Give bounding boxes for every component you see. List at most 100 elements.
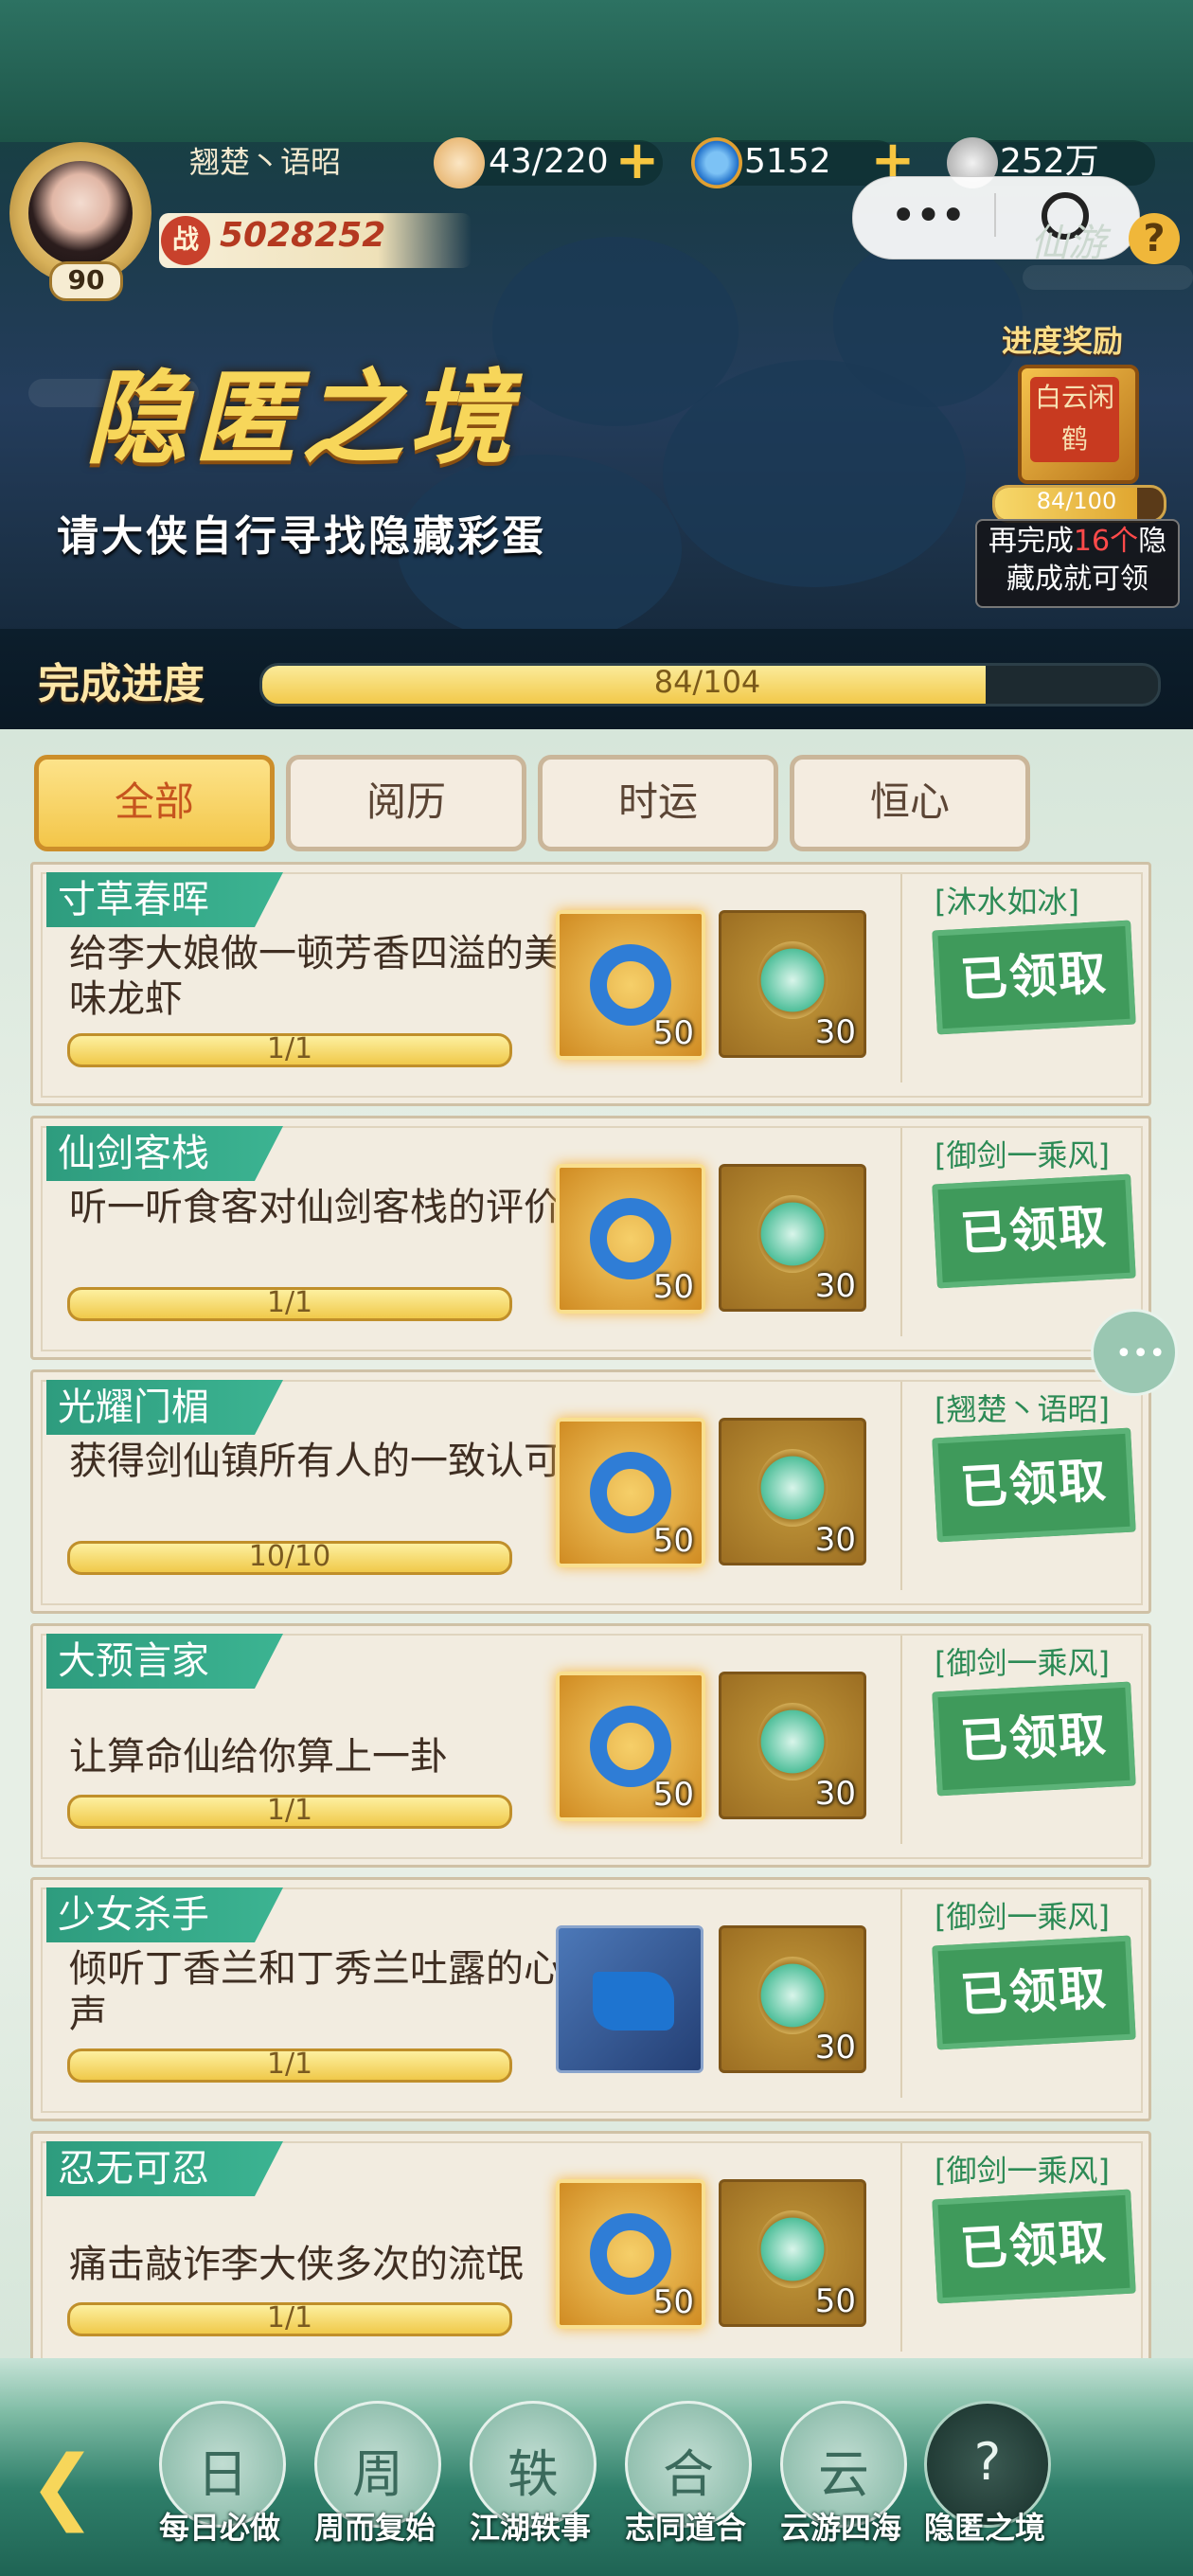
card-divider (900, 2143, 902, 2352)
reward-quantity: 50 (652, 1522, 694, 1560)
task-title: 忍无可忍 (58, 2147, 209, 2191)
reward-quantity: 50 (652, 2283, 694, 2321)
reward-item-jade[interactable]: 50 (556, 1164, 705, 1314)
jade-value: 5152 (744, 142, 831, 181)
task-description: 痛击敲诈李大侠多次的流氓 (69, 2243, 524, 2286)
task-title: 仙剑客栈 (58, 1132, 209, 1175)
reward-item-jade[interactable]: 50 (556, 1418, 705, 1567)
leaf-medal-icon (757, 2210, 828, 2288)
stamina-value: 43/220 (489, 142, 609, 181)
nav-label: 隐匿之境 (923, 2510, 1045, 2546)
combat-power-value: 5028252 (220, 216, 386, 255)
claimed-stamp: 已领取 (932, 2189, 1136, 2304)
task-completer-name: [御剑一乘风] (935, 1645, 1110, 1681)
reward-quantity: 50 (652, 1014, 694, 1052)
task-card: 寸草春晖 给李大娘做一顿芳香四溢的美味龙虾 1/1 50 30 [沐水如冰] 已… (30, 862, 1151, 1106)
claimed-stamp: 已领取 (932, 1427, 1136, 1543)
more-menu-button[interactable]: ••• (890, 189, 967, 242)
reward-item-medal[interactable]: 30 (719, 910, 866, 1058)
progress-reward-label: 进度奖励 (1002, 323, 1124, 359)
combat-power-icon: 战 (161, 216, 210, 265)
event-title: 隐匿之境 (85, 359, 518, 478)
task-progress-text: 1/1 (266, 2301, 313, 2334)
task-card: 大预言家 让算命仙给你算上一卦 1/1 50 30 [御剑一乘风] 已领取 (30, 1623, 1151, 1868)
task-description: 倾听丁香兰和丁秀兰吐露的心声 (69, 1947, 561, 2036)
card-divider (900, 1636, 902, 1844)
capsule-divider (994, 193, 996, 237)
reward-quantity: 30 (814, 1521, 856, 1559)
leaf-medal-icon (757, 1449, 828, 1527)
card-divider (900, 874, 902, 1082)
completion-label: 完成进度 (38, 660, 205, 708)
task-card: 少女杀手 倾听丁香兰和丁秀兰吐露的心声 1/1 30 [御剑一乘风] 已领取 (30, 1877, 1151, 2121)
leaf-medal-icon (757, 1195, 828, 1273)
remaining-count: 16个 (1073, 525, 1139, 558)
task-description: 让算命仙给你算上一卦 (69, 1735, 448, 1779)
steamed-bun-icon (434, 137, 485, 188)
task-card: 仙剑客栈 听一听食客对仙剑客栈的评价 1/1 50 30 [御剑一乘风] 已领取 (30, 1116, 1151, 1360)
avatar-portrait (28, 161, 133, 265)
tab-all[interactable]: 全部 (34, 755, 275, 851)
reward-progress-count: 84/100 (1036, 488, 1117, 514)
task-completer-name: [沐水如冰] (935, 884, 1079, 920)
reward-item-medal[interactable]: 30 (719, 1672, 866, 1819)
card-divider (900, 1128, 902, 1336)
leaf-medal-icon (757, 1957, 828, 2034)
nav-label: 周而复始 (313, 2510, 436, 2546)
nav-scroll-icon: 合 (663, 2444, 714, 2504)
blue-boots-icon (593, 1972, 674, 2030)
reward-quantity: 30 (814, 2029, 856, 2066)
player-level-badge: 90 (49, 261, 123, 301)
task-completer-name: [御剑一乘风] (935, 1137, 1110, 1173)
task-title: 光耀门楣 (58, 1386, 209, 1429)
reward-item-medal[interactable]: 50 (719, 2179, 866, 2327)
reward-quantity: 50 (652, 1776, 694, 1814)
nav-scroll-icon: ? (973, 2432, 1002, 2492)
tab-perseverance[interactable]: 恒心 (790, 755, 1030, 851)
reward-item-jade[interactable]: 50 (556, 2179, 705, 2329)
reward-seal-icon: 白云闲鹤 (1030, 377, 1119, 462)
tab-experience[interactable]: 阅历 (286, 755, 526, 851)
reward-item-boots[interactable] (556, 1925, 703, 2073)
event-subtitle: 请大侠自行寻找隐藏彩蛋 (57, 512, 546, 561)
task-card: 忍无可忍 痛击敲诈李大侠多次的流氓 1/1 50 50 [御剑一乘风] 已领取 (30, 2131, 1151, 2375)
task-progress-text: 1/1 (266, 1286, 313, 1319)
claimed-stamp: 已领取 (932, 1173, 1136, 1289)
player-name: 翘楚丶语昭 (189, 144, 342, 180)
claimed-stamp: 已领取 (932, 1935, 1136, 2050)
reward-quantity: 50 (814, 2282, 856, 2320)
reward-quantity: 30 (814, 1775, 856, 1813)
task-progress-text: 1/1 (266, 1032, 313, 1065)
nav-label: 云游四海 (779, 2510, 901, 2546)
nav-label: 每日必做 (158, 2510, 280, 2546)
leaf-medal-icon (757, 1703, 828, 1780)
reward-item-medal[interactable]: 30 (719, 1418, 866, 1565)
reward-quantity: 30 (814, 1267, 856, 1305)
claimed-stamp: 已领取 (932, 920, 1136, 1035)
back-arrow-button[interactable]: ❮ (28, 2443, 142, 2529)
nav-scroll-icon: 周 (352, 2444, 403, 2504)
jade-currency-icon (691, 137, 742, 188)
nav-scroll-icon: 轶 (507, 2444, 559, 2504)
reward-item-medal[interactable]: 30 (719, 1164, 866, 1312)
claimed-stamp: 已领取 (932, 1681, 1136, 1797)
reward-item-jade[interactable]: 50 (556, 910, 705, 1060)
add-stamina-button[interactable]: + (614, 134, 661, 188)
reward-quantity: 30 (814, 1013, 856, 1051)
leaf-medal-icon (757, 941, 828, 1019)
card-divider (900, 1889, 902, 2098)
task-title: 寸草春晖 (58, 878, 209, 921)
tab-fortune[interactable]: 时运 (538, 755, 778, 851)
task-completer-name: [翘楚丶语昭] (935, 1391, 1110, 1427)
help-icon[interactable]: ? (1129, 213, 1180, 264)
completion-progress-text: 84/104 (653, 664, 761, 700)
nav-label: 志同道合 (624, 2510, 746, 2546)
reward-item-medal[interactable]: 30 (719, 1925, 866, 2073)
task-description: 给李大娘做一顿芳香四溢的美味龙虾 (69, 932, 561, 1021)
nav-scroll-icon: 日 (197, 2444, 248, 2504)
game-logo: 仙游 (1030, 222, 1106, 265)
reward-quantity: 50 (652, 1268, 694, 1306)
task-title: 大预言家 (58, 1639, 209, 1683)
task-progress-text: 1/1 (266, 2048, 313, 2081)
reward-item-jade[interactable]: 50 (556, 1672, 705, 1821)
